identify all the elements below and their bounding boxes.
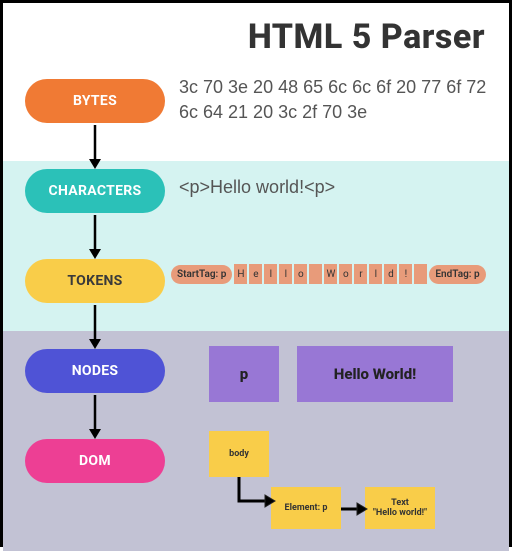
arrow-icon xyxy=(25,123,165,169)
dom-tree: body Element: p Text "Hello world!" xyxy=(209,431,509,546)
nodes-row: p Hello World! xyxy=(209,346,453,402)
node-text: Hello World! xyxy=(297,346,453,402)
token-char: o xyxy=(294,264,307,284)
token-char: W xyxy=(324,264,337,284)
diagram-title: HTML 5 Parser xyxy=(3,3,509,61)
token-char: l xyxy=(279,264,292,284)
token-char: l xyxy=(264,264,277,284)
token-char: H xyxy=(234,264,247,284)
token-char: o xyxy=(339,264,352,284)
token-start-tag: StartTag: p xyxy=(171,265,232,284)
stage-tokens: TOKENS xyxy=(25,259,165,303)
node-element: p xyxy=(209,346,279,402)
token-char xyxy=(414,264,427,284)
arrow-icon xyxy=(341,501,369,517)
token-stream: StartTag: p H e l l o W o r l d ! EndTag… xyxy=(171,264,486,284)
stage-bytes: BYTES xyxy=(25,79,165,123)
characters-string: <p>Hello world!<p> xyxy=(179,177,335,198)
stage-nodes: NODES xyxy=(25,349,165,393)
stage-dom: DOM xyxy=(25,439,165,483)
token-char: r xyxy=(354,264,367,284)
stage-characters: CHARACTERS xyxy=(25,169,165,213)
dom-text-value: "Hello world!" xyxy=(373,508,427,518)
token-char: d xyxy=(384,264,397,284)
token-char: l xyxy=(369,264,382,284)
token-end-tag: EndTag: p xyxy=(429,265,485,284)
bytes-hex: 3c 70 3e 20 48 65 6c 6c 6f 20 77 6f 72 6… xyxy=(179,75,501,125)
token-char xyxy=(309,264,322,284)
arrow-icon xyxy=(237,477,277,513)
dom-body-node: body xyxy=(209,431,269,477)
arrow-icon xyxy=(25,393,165,439)
dom-text-node: Text "Hello world!" xyxy=(365,487,435,529)
stage-column: BYTES CHARACTERS TOKENS NODES DOM xyxy=(25,79,165,483)
dom-element-node: Element: p xyxy=(271,487,341,529)
diagram-body: BYTES CHARACTERS TOKENS NODES DOM 3c 70 … xyxy=(3,61,509,543)
dom-text-label: Text xyxy=(391,498,409,508)
token-char: ! xyxy=(399,264,412,284)
arrow-icon xyxy=(25,303,165,349)
arrow-icon xyxy=(25,213,165,259)
token-char: e xyxy=(249,264,262,284)
